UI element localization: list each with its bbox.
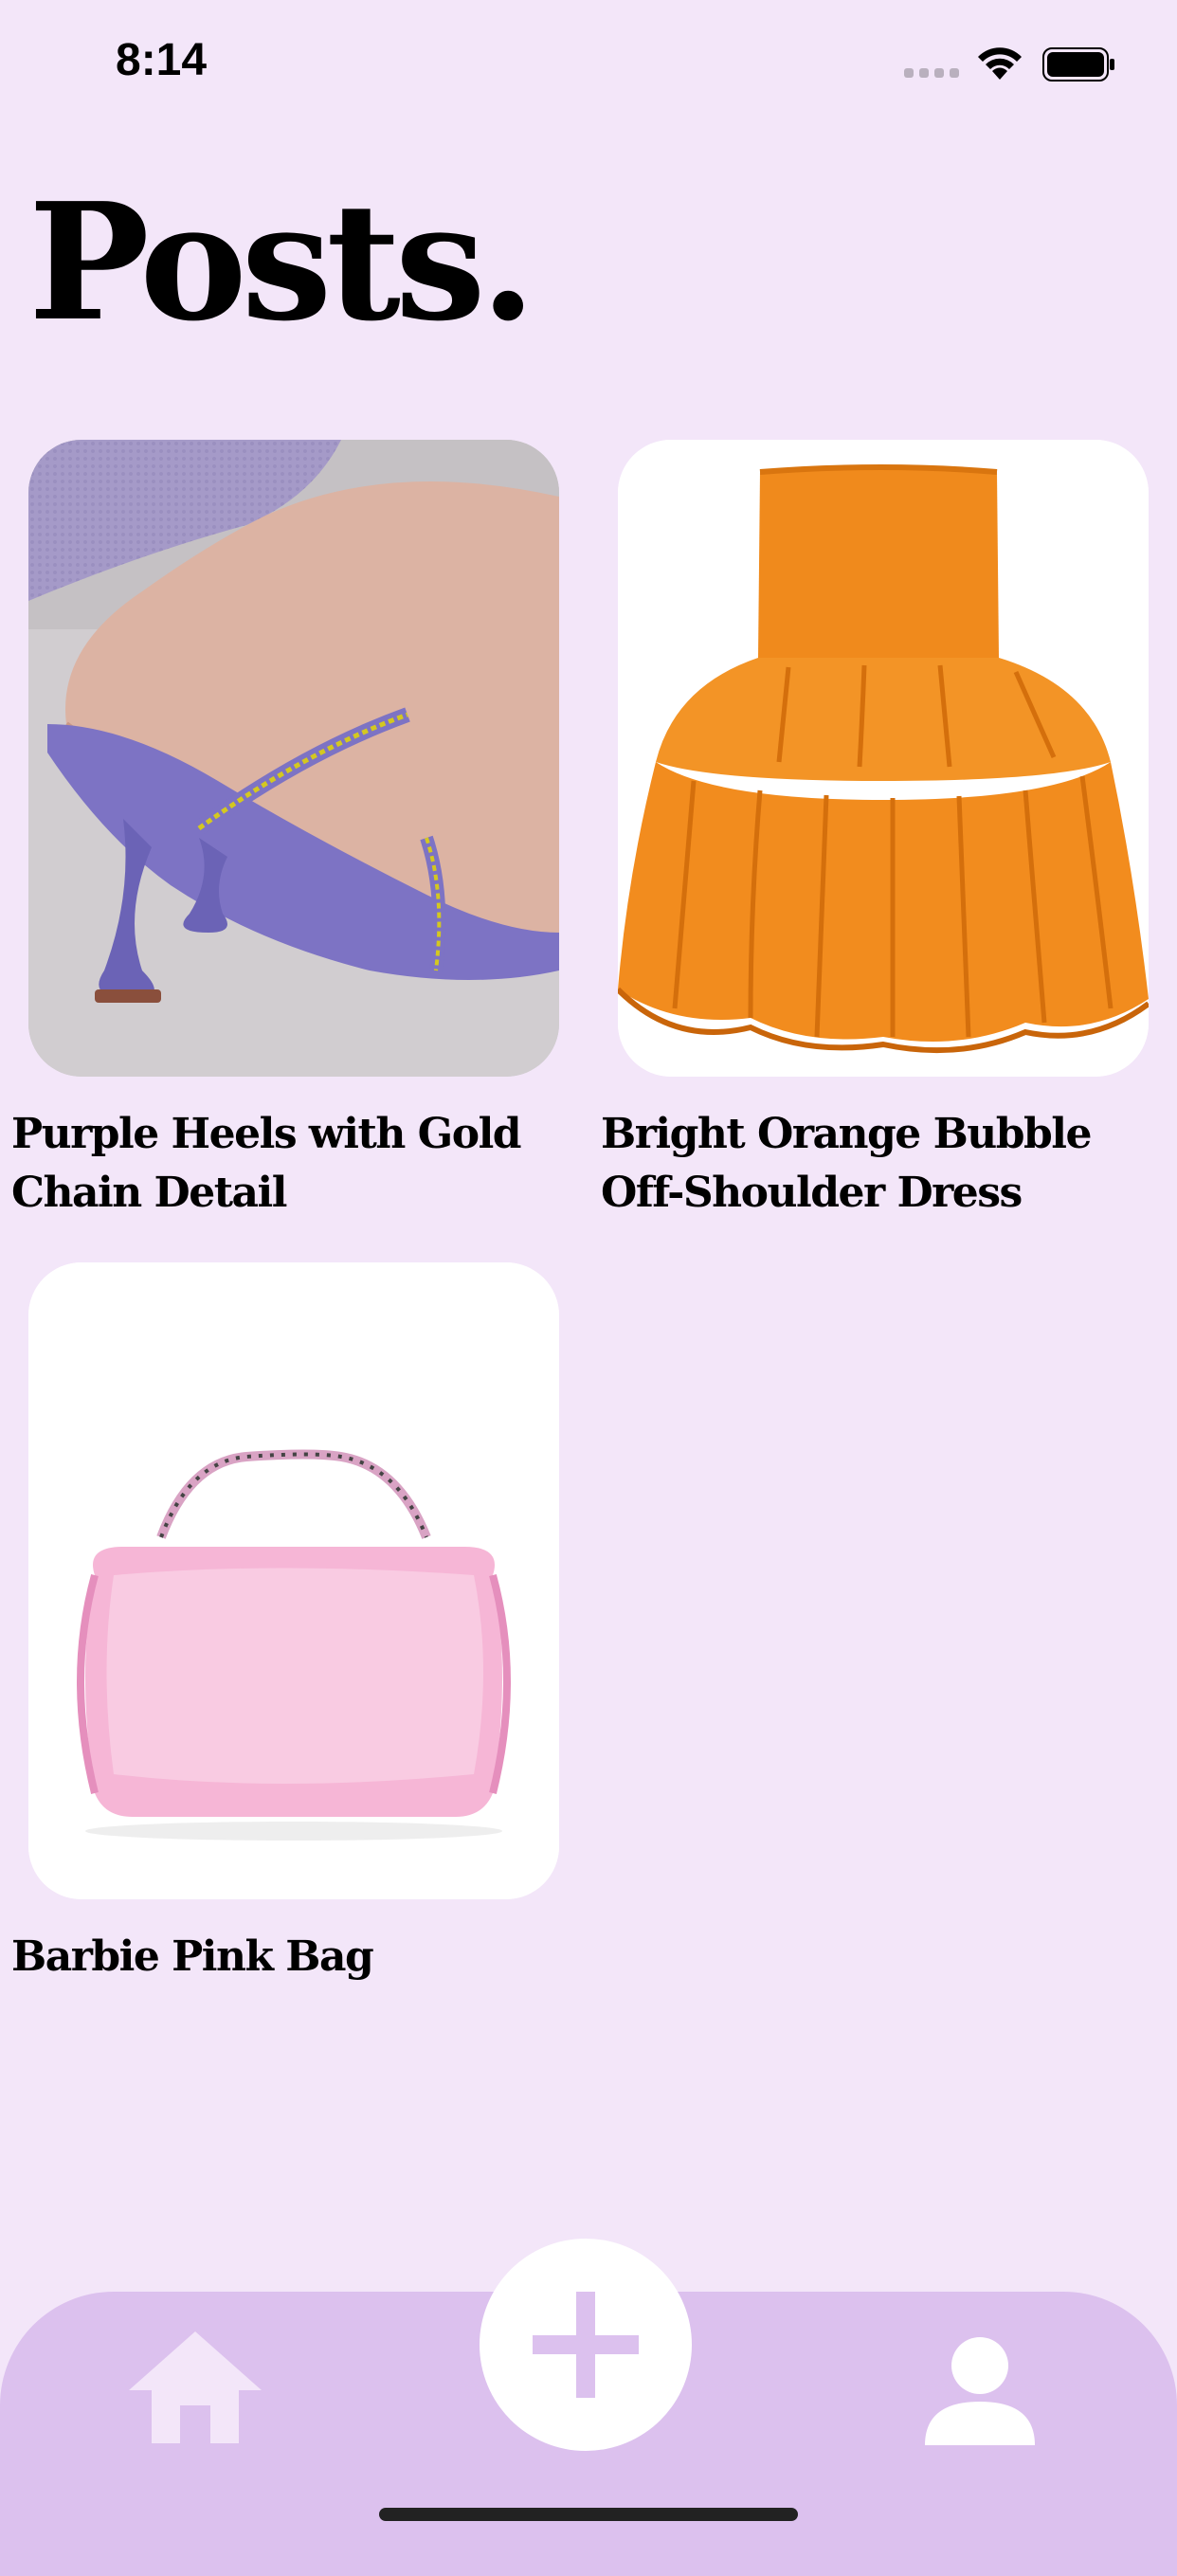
battery-icon <box>1042 47 1114 82</box>
pink-bag-image <box>28 1262 559 1899</box>
post-title[interactable]: Barbie Pink Bag <box>11 1928 580 1986</box>
status-time: 8:14 <box>116 35 208 85</box>
post-title[interactable]: Purple Heels with Gold Chain Detail <box>11 1105 580 1223</box>
plus-icon <box>533 2292 639 2398</box>
add-post-button[interactable] <box>480 2239 692 2451</box>
page-title: Posts. <box>28 168 536 357</box>
post-title[interactable]: Bright Orange Bubble Off-Shoulder Dress <box>601 1105 1169 1223</box>
orange-dress-image <box>618 440 1149 1077</box>
signal-icon <box>904 68 959 78</box>
post-card[interactable] <box>28 1262 559 1899</box>
home-icon[interactable] <box>129 2331 262 2445</box>
status-bar: 8:14 <box>0 0 1177 133</box>
profile-icon[interactable] <box>925 2335 1035 2445</box>
purple-heels-image <box>28 440 559 1077</box>
home-indicator <box>379 2508 798 2521</box>
post-card[interactable] <box>618 440 1149 1077</box>
wifi-icon <box>978 47 1022 80</box>
post-card[interactable] <box>28 440 559 1077</box>
